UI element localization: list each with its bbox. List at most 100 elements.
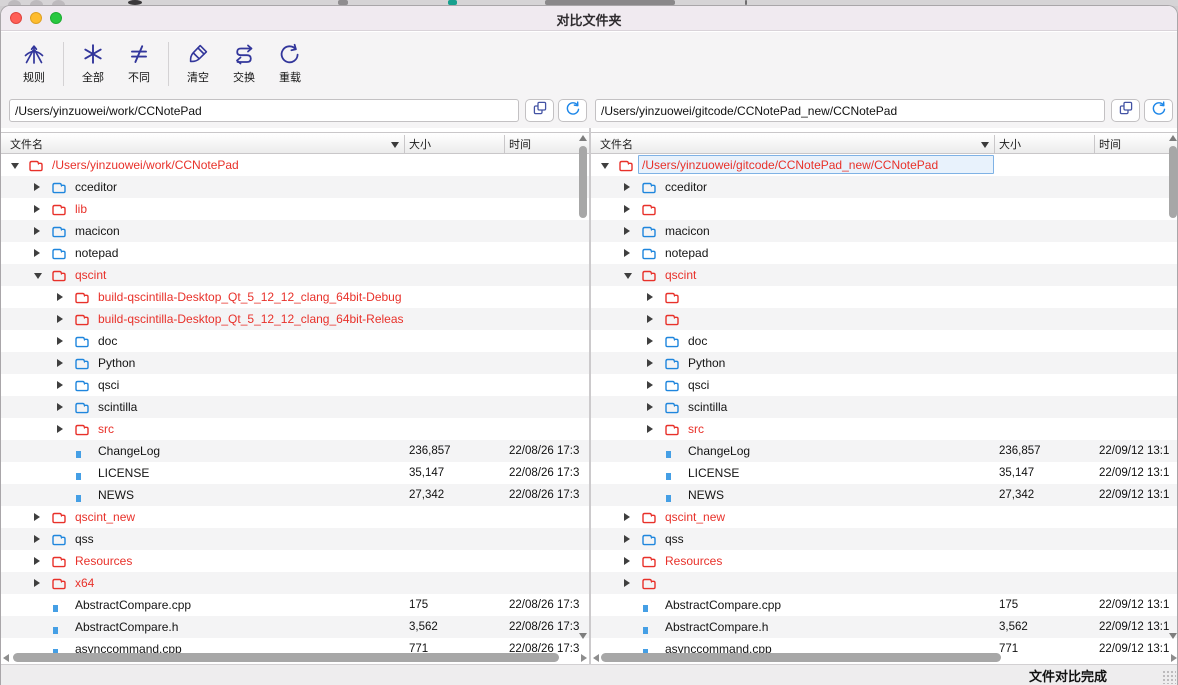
tree-row-folder[interactable]: macicon <box>1 220 589 242</box>
expand-arrow-icon[interactable] <box>57 337 63 345</box>
toolbar-button-reload[interactable]: 重载 <box>267 38 313 90</box>
tree-row-file[interactable]: ChangeLog236,85722/09/12 13:11 <box>591 440 1178 462</box>
column-header-time[interactable]: 时间 <box>509 136 531 152</box>
scrollbar-thumb[interactable] <box>1169 146 1177 218</box>
toolbar-button-clear[interactable]: 清空 <box>175 38 221 90</box>
right-path-input[interactable] <box>595 99 1105 122</box>
tree-row-folder[interactable]: doc <box>591 330 1178 352</box>
expand-arrow-icon[interactable] <box>624 183 630 191</box>
collapse-arrow-icon[interactable] <box>624 273 632 279</box>
expand-arrow-icon[interactable] <box>624 249 630 257</box>
toolbar-button-swap[interactable]: 交换 <box>221 38 267 90</box>
expand-arrow-icon[interactable] <box>624 227 630 235</box>
tree-row-file[interactable]: AbstractCompare.h3,56222/08/26 17:36 <box>1 616 589 638</box>
scroll-up-icon[interactable] <box>1169 135 1177 141</box>
tree-row-folder[interactable] <box>591 198 1178 220</box>
expand-arrow-icon[interactable] <box>34 249 40 257</box>
tree-row-folder[interactable]: doc <box>1 330 589 352</box>
column-header-size[interactable]: 大小 <box>409 136 431 152</box>
sort-descending-icon[interactable] <box>391 142 399 148</box>
tree-row-folder[interactable]: x64 <box>1 572 589 594</box>
expand-arrow-icon[interactable] <box>57 293 63 301</box>
tree-row-file[interactable]: LICENSE35,14722/09/12 13:11 <box>591 462 1178 484</box>
tree-row-file[interactable]: LICENSE35,14722/08/26 17:36 <box>1 462 589 484</box>
left-refresh-button[interactable] <box>558 99 587 122</box>
sort-descending-icon[interactable] <box>981 142 989 148</box>
tree-row-folder[interactable]: qss <box>591 528 1178 550</box>
expand-arrow-icon[interactable] <box>647 359 653 367</box>
expand-arrow-icon[interactable] <box>647 293 653 301</box>
scrollbar-thumb[interactable] <box>579 146 587 218</box>
column-header-filename[interactable]: 文件名 <box>600 136 633 152</box>
tree-row-folder[interactable]: build-qscintilla-Desktop_Qt_5_12_12_clan… <box>1 308 589 330</box>
tree-row-file[interactable]: AbstractCompare.cpp17522/09/12 13:11 <box>591 594 1178 616</box>
collapse-arrow-icon[interactable] <box>601 163 609 169</box>
tree-row-folder[interactable]: qscint <box>591 264 1178 286</box>
tree-row-file[interactable]: NEWS27,34222/08/26 17:36 <box>1 484 589 506</box>
right-browse-button[interactable] <box>1111 99 1140 122</box>
tree-row-folder[interactable]: build-qscintilla-Desktop_Qt_5_12_12_clan… <box>1 286 589 308</box>
expand-arrow-icon[interactable] <box>34 205 40 213</box>
tree-row-folder[interactable]: src <box>1 418 589 440</box>
expand-arrow-icon[interactable] <box>624 205 630 213</box>
column-divider[interactable] <box>1094 135 1095 153</box>
expand-arrow-icon[interactable] <box>647 337 653 345</box>
left-vertical-scrollbar[interactable] <box>578 132 588 653</box>
expand-arrow-icon[interactable] <box>647 403 653 411</box>
collapse-arrow-icon[interactable] <box>11 163 19 169</box>
tree-row-folder[interactable]: cceditor <box>591 176 1178 198</box>
expand-arrow-icon[interactable] <box>624 557 630 565</box>
toolbar-button-diff[interactable]: 不同 <box>116 38 162 90</box>
tree-row-folder[interactable]: qsci <box>591 374 1178 396</box>
tree-row-folder[interactable]: scintilla <box>1 396 589 418</box>
tree-row-folder[interactable]: Python <box>591 352 1178 374</box>
scroll-down-icon[interactable] <box>1169 633 1177 639</box>
tree-row-folder[interactable]: Resources <box>591 550 1178 572</box>
expand-arrow-icon[interactable] <box>34 513 40 521</box>
tree-row-file[interactable]: AbstractCompare.cpp17522/08/26 17:36 <box>1 594 589 616</box>
toolbar-button-all[interactable]: 全部 <box>70 38 116 90</box>
tree-row-file[interactable]: NEWS27,34222/09/12 13:11 <box>591 484 1178 506</box>
column-divider[interactable] <box>404 135 405 153</box>
expand-arrow-icon[interactable] <box>34 183 40 191</box>
expand-arrow-icon[interactable] <box>57 381 63 389</box>
scroll-right-icon[interactable] <box>1171 654 1177 662</box>
expand-arrow-icon[interactable] <box>57 315 63 323</box>
tree-row-folder[interactable]: macicon <box>591 220 1178 242</box>
tree-row-folder[interactable]: qscint_new <box>1 506 589 528</box>
title-bar[interactable]: 对比文件夹 <box>1 6 1177 31</box>
tree-row-folder[interactable]: qsci <box>1 374 589 396</box>
tree-row-folder[interactable]: qss <box>1 528 589 550</box>
column-divider[interactable] <box>994 135 995 153</box>
scrollbar-thumb[interactable] <box>601 653 1001 662</box>
left-path-input[interactable] <box>9 99 519 122</box>
expand-arrow-icon[interactable] <box>624 513 630 521</box>
tree-row-folder[interactable] <box>591 572 1178 594</box>
resize-grip[interactable] <box>1162 670 1176 684</box>
tree-row-folder[interactable]: cceditor <box>1 176 589 198</box>
tree-row-folder[interactable]: Resources <box>1 550 589 572</box>
expand-arrow-icon[interactable] <box>34 579 40 587</box>
expand-arrow-icon[interactable] <box>57 425 63 433</box>
scroll-up-icon[interactable] <box>579 135 587 141</box>
tree-row-file[interactable]: ChangeLog236,85722/08/26 17:36 <box>1 440 589 462</box>
tree-row-folder[interactable]: /Users/yinzuowei/work/CCNotePad <box>1 154 589 176</box>
expand-arrow-icon[interactable] <box>34 535 40 543</box>
scrollbar-thumb[interactable] <box>13 653 559 662</box>
scroll-left-icon[interactable] <box>3 654 9 662</box>
scroll-right-icon[interactable] <box>581 654 587 662</box>
expand-arrow-icon[interactable] <box>34 557 40 565</box>
expand-arrow-icon[interactable] <box>624 535 630 543</box>
tree-row-folder[interactable]: qscint <box>1 264 589 286</box>
scroll-down-icon[interactable] <box>579 633 587 639</box>
tree-row-folder[interactable]: notepad <box>1 242 589 264</box>
expand-arrow-icon[interactable] <box>57 403 63 411</box>
expand-arrow-icon[interactable] <box>624 579 630 587</box>
right-horizontal-scrollbar[interactable] <box>591 652 1178 663</box>
expand-arrow-icon[interactable] <box>647 425 653 433</box>
scroll-left-icon[interactable] <box>593 654 599 662</box>
expand-arrow-icon[interactable] <box>647 381 653 389</box>
column-header-filename[interactable]: 文件名 <box>10 136 43 152</box>
expand-arrow-icon[interactable] <box>647 315 653 323</box>
tree-row-folder[interactable]: scintilla <box>591 396 1178 418</box>
